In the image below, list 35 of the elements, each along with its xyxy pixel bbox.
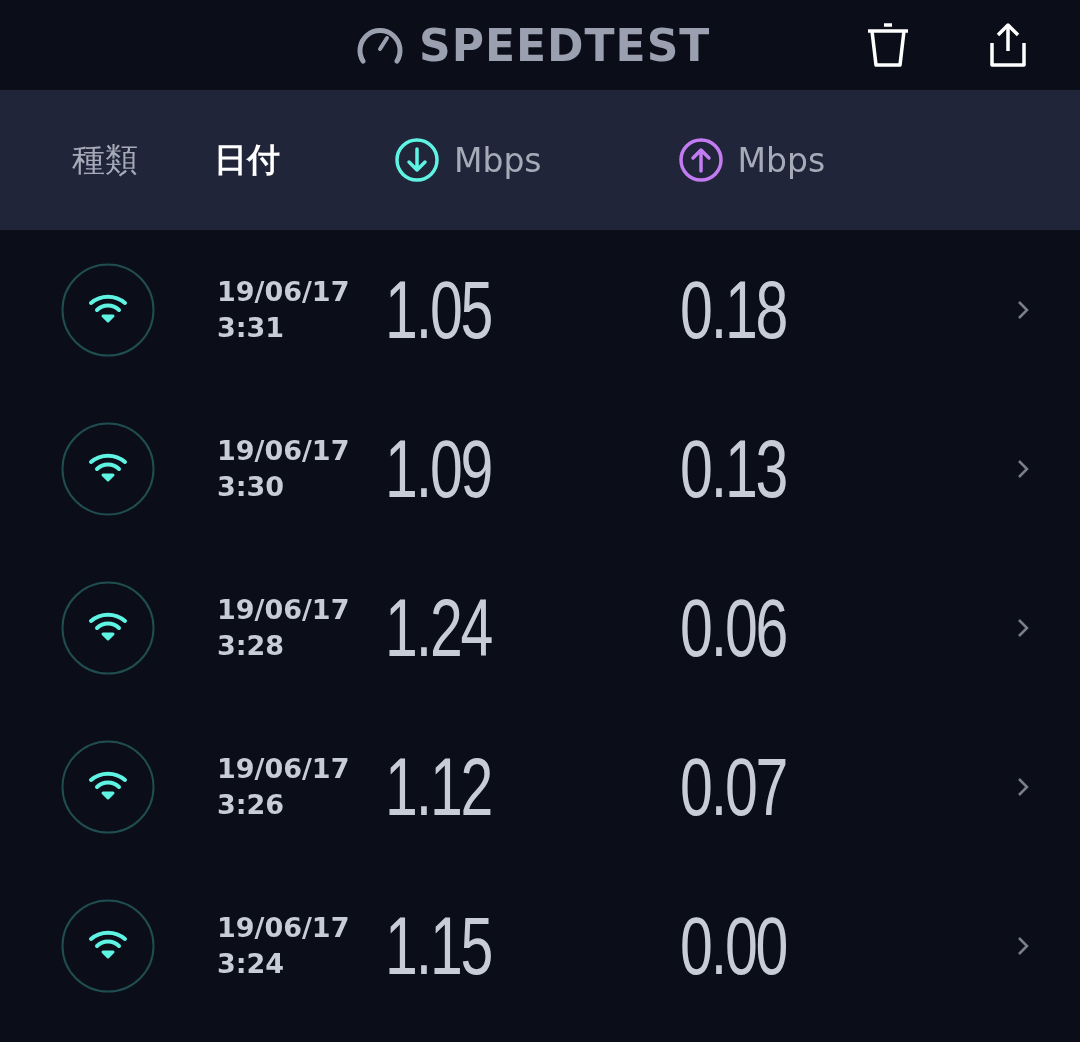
upload-speed: 0.07 <box>680 739 788 834</box>
download-speed: 1.24 <box>385 580 493 675</box>
chevron-right-icon[interactable] <box>1017 617 1029 638</box>
download-speed: 1.12 <box>385 739 493 834</box>
column-tab[interactable]: 種類 <box>72 137 138 183</box>
upload-speed: 0.13 <box>680 421 788 516</box>
test-time: 3:31 <box>217 310 286 345</box>
wifi-icon <box>61 421 155 516</box>
chevron-right-icon[interactable] <box>1017 458 1029 479</box>
wifi-icon <box>61 898 155 993</box>
upload-speed: 0.06 <box>680 580 788 675</box>
test-time: 3:26 <box>217 787 286 822</box>
column-tab[interactable]: Mbps <box>737 140 826 180</box>
test-date: 19/06/17 <box>217 592 351 627</box>
test-time: 3:24 <box>217 946 286 981</box>
column-tab[interactable]: 日付 <box>214 137 280 183</box>
test-time: 3:30 <box>217 469 286 504</box>
chevron-right-icon[interactable] <box>1017 299 1029 320</box>
download-speed: 1.09 <box>385 421 493 516</box>
test-date: 19/06/17 <box>217 274 351 309</box>
upload-speed: 0.18 <box>680 262 788 357</box>
wifi-icon <box>61 262 155 357</box>
chevron-right-icon[interactable] <box>1017 935 1029 956</box>
test-date: 19/06/17 <box>217 751 351 786</box>
download-speed: 1.15 <box>385 898 493 993</box>
app-title: SPEEDTEST <box>419 19 711 71</box>
chevron-right-icon[interactable] <box>1017 776 1029 797</box>
test-date: 19/06/17 <box>217 433 351 468</box>
download-speed: 1.05 <box>385 262 493 357</box>
test-time: 3:28 <box>217 628 286 663</box>
test-date: 19/06/17 <box>217 910 351 945</box>
upload-speed: 0.00 <box>680 898 788 993</box>
wifi-icon <box>61 580 155 675</box>
column-tab[interactable]: Mbps <box>454 140 542 180</box>
wifi-icon <box>61 739 155 834</box>
